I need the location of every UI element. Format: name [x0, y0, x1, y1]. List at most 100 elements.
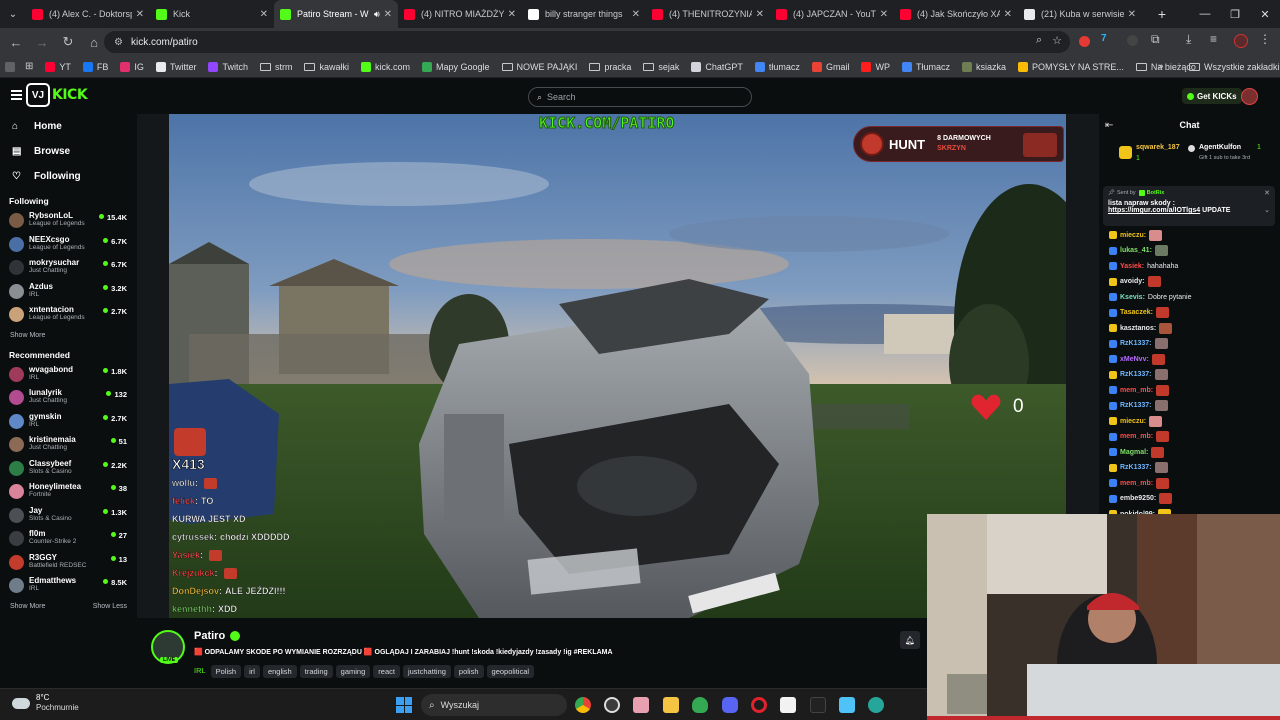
all-bookmarks-button[interactable]: Wszystkie zakładki [1189, 62, 1280, 72]
bookmark-item[interactable]: Twitter [155, 61, 196, 72]
bookmark-item[interactable]: ksiazka [961, 61, 1006, 72]
bookmark-star-icon[interactable]: ☆ [1052, 34, 1062, 47]
opera-taskbar-icon[interactable] [751, 697, 767, 713]
chat-username[interactable]: xMeNvv: [1120, 356, 1149, 363]
chat-username[interactable]: mieczu: [1120, 232, 1146, 239]
browser-tab[interactable]: Kick ✕ [150, 0, 274, 28]
browser-tab[interactable]: (4) NITRO MIAŻDŻY I ✕ [398, 0, 522, 28]
file-explorer-icon[interactable] [663, 697, 679, 713]
browser-tab[interactable]: (4) Alex C. - Doktorsp ✕ [26, 0, 150, 28]
channel-item[interactable]: mokrysuchar Just Chatting 6.7K [0, 256, 137, 280]
bookmark-item[interactable]: tłumacz [754, 61, 800, 72]
gifter-2-name[interactable]: AgentKulfon [1199, 144, 1241, 151]
discord-taskbar-icon[interactable] [722, 697, 738, 713]
expand-pinned-icon[interactable]: ⌄ [1264, 206, 1270, 214]
restore-icon[interactable]: ❐ [1220, 0, 1250, 28]
chat-message[interactable]: Magmal: [1109, 445, 1165, 459]
kick-logo[interactable]: VJ KICK [26, 83, 88, 107]
chat-username[interactable]: RzK1337: [1120, 340, 1152, 347]
unpin-icon[interactable]: ✕ [1264, 189, 1270, 197]
chat-username[interactable]: kasztanos: [1120, 325, 1156, 332]
hunt-promo-banner[interactable]: HUNT 8 DARMOWYCH SKRZYN [853, 126, 1064, 162]
chat-username[interactable]: lukas_41: [1120, 247, 1152, 254]
address-bar[interactable]: ⚙ kick.com/patiro ⌕ ☆ [104, 31, 1070, 53]
show-less-button[interactable]: Show Less [83, 598, 127, 616]
chat-username[interactable]: RzK1337: [1120, 402, 1152, 409]
chat-username[interactable]: Ksevis: [1120, 294, 1145, 301]
chat-message[interactable]: RzK1337: [1109, 399, 1168, 413]
bookmark-item[interactable]: NOWE PAJĄKI [501, 62, 577, 72]
nav-item-browse[interactable]: ▤ Browse [0, 139, 137, 164]
tab-close-icon[interactable]: ✕ [1128, 9, 1136, 20]
user-avatar[interactable] [1241, 88, 1258, 105]
back-icon[interactable]: ← [4, 30, 28, 54]
pinned-message[interactable]: 📌︎ Sent by BotRix lista napraw skody : h… [1103, 186, 1275, 226]
paint-taskbar-icon[interactable] [633, 697, 649, 713]
extension-circle-icon[interactable] [1127, 35, 1138, 46]
site-info-icon[interactable]: ⚙ [114, 37, 123, 48]
reload-icon[interactable]: ↻ [56, 30, 80, 54]
chat-username[interactable]: avoidy: [1120, 278, 1145, 285]
channel-item[interactable]: Azdus IRL 3.2K [0, 280, 137, 304]
browser-tab[interactable]: (21) Kuba w serwisie ✕ [1018, 0, 1142, 28]
chat-message[interactable]: kasztanos: [1109, 321, 1173, 335]
forward-icon[interactable]: → [30, 30, 54, 54]
browser-tab[interactable]: Patiro Stream - W 🔊︎ ✕ [274, 0, 398, 28]
chat-message[interactable]: Ksevis: Dobre pytanie [1109, 290, 1192, 304]
channel-item[interactable]: RybsonLoL League of Legends 15.4K [0, 209, 137, 233]
obs-taskbar-icon[interactable] [604, 697, 620, 713]
stream-tag[interactable]: trading [299, 665, 333, 678]
channel-item[interactable]: gymskin IRL 2.7K [0, 410, 137, 434]
stream-tag[interactable]: Polish [210, 665, 242, 678]
home-page-icon[interactable]: ⌂ [82, 30, 106, 54]
chat-username[interactable]: RzK1337: [1120, 464, 1152, 471]
channel-item[interactable]: NEEXcsgo League of Legends 6.7K [0, 233, 137, 257]
stream-tag[interactable]: geopolitical [486, 665, 535, 678]
browser-tab[interactable]: billy stranger things ✕ [522, 0, 646, 28]
weather-widget[interactable]: 8°C Pochmurnie [12, 693, 79, 713]
bookmark-item[interactable]: kick.com [360, 61, 410, 72]
channel-item[interactable]: Honeylimetea Fortnite 38 [0, 480, 137, 504]
notepad-taskbar-icon[interactable] [839, 697, 855, 713]
chat-username[interactable]: Tasaczek: [1120, 309, 1153, 316]
chat-message[interactable]: mem_mb: [1109, 383, 1170, 397]
bookmark-item[interactable]: Twitch [208, 61, 248, 72]
tab-close-icon[interactable]: ✕ [384, 9, 392, 20]
start-windows-icon[interactable] [396, 697, 412, 713]
apps-grid-icon[interactable]: ⊞ [25, 61, 33, 72]
gifter-1-name[interactable]: sqwarek_187 [1136, 144, 1180, 151]
channel-item[interactable]: wvagabond IRL 1.8K [0, 363, 137, 387]
tab-close-icon[interactable]: ✕ [508, 9, 516, 20]
pinned-link[interactable]: https://imgur.com/a/IOTlgs4 [1108, 207, 1200, 214]
close-window-icon[interactable]: ✕ [1250, 0, 1280, 28]
get-kicks-button[interactable]: Get KICKs [1182, 88, 1242, 104]
chat-username[interactable]: mem_mb: [1120, 433, 1153, 440]
globe-taskbar-icon[interactable] [868, 697, 884, 713]
chat-username[interactable]: RzK1337: [1120, 371, 1152, 378]
chat-username[interactable]: mieczu: [1120, 418, 1146, 425]
channel-item[interactable]: fl0m Counter-Strike 2 27 [0, 527, 137, 551]
channel-item[interactable]: lunalyrik Just Chatting 132 [0, 386, 137, 410]
bookmark-item[interactable]: IG [120, 61, 144, 72]
more-bookmarks-icon[interactable]: » [1158, 61, 1164, 72]
profile-avatar[interactable] [1234, 34, 1248, 48]
stream-category[interactable]: IRL [194, 666, 206, 675]
stream-tag[interactable]: justchatting [402, 665, 451, 678]
tab-close-icon[interactable]: ✕ [880, 9, 888, 20]
download-icon[interactable]: ⤓ [1186, 32, 1200, 46]
minimize-icon[interactable]: — [1190, 0, 1220, 28]
bookmark-item[interactable]: Na bieżąco [1135, 62, 1196, 72]
media-control-icon[interactable]: ≡ [1210, 32, 1224, 46]
chat-username[interactable]: embe9250: [1120, 495, 1156, 502]
tab-close-icon[interactable]: ✕ [632, 9, 640, 20]
stream-tag[interactable]: react [373, 665, 400, 678]
chat-message[interactable]: RzK1337: [1109, 461, 1168, 475]
bookmark-item[interactable]: strm [259, 62, 292, 72]
stream-tag[interactable]: irl [244, 665, 260, 678]
extensions-puzzle-icon[interactable]: ⧉ [1151, 32, 1165, 46]
chrome-taskbar-icon[interactable] [575, 697, 591, 713]
menu-hamburger-icon[interactable] [11, 90, 22, 100]
bookmark-item[interactable]: Tłumacz [901, 61, 950, 72]
capcut-taskbar-icon[interactable] [780, 697, 796, 713]
chat-message[interactable]: mieczu: [1109, 228, 1163, 242]
